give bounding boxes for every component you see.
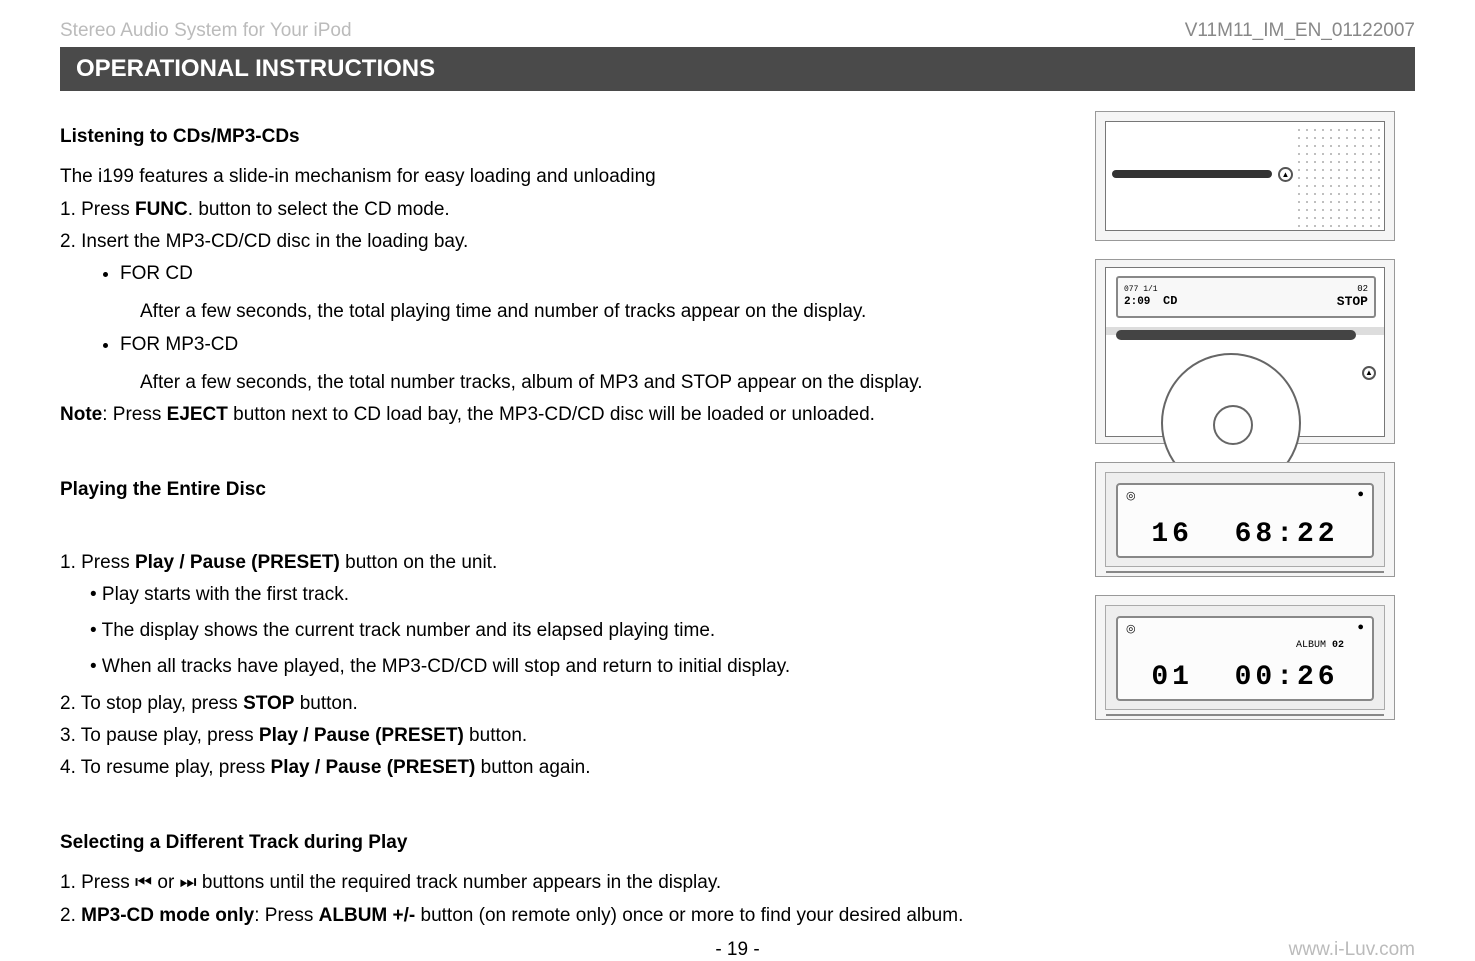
play-step-2: 2. To stop play, press STOP button.: [60, 688, 1065, 720]
text: button.: [464, 725, 527, 746]
text: 4. To resume play, press: [60, 757, 271, 778]
diagram-lcd-cd-play: ◎ ● 16 68:22: [1095, 462, 1395, 577]
audio-icon: ●: [1357, 622, 1364, 636]
diagram-cd-slot: ▲: [1095, 111, 1395, 241]
lcd-track: 16: [1151, 519, 1193, 550]
bullet-for-mp3cd: FOR MP3-CD: [120, 329, 1065, 361]
sub-bullet: • Play starts with the first track.: [90, 579, 1065, 611]
cd-slot-icon: [1112, 170, 1272, 178]
lcd-mode: CD: [1163, 294, 1177, 308]
text: button on the unit.: [340, 552, 497, 573]
intro-text: The i199 features a slide-in mechanism f…: [60, 161, 1065, 193]
stop-label: STOP: [243, 693, 294, 714]
disc-indicator-icon: ◎: [1126, 489, 1136, 503]
diagrams-column: ▲ 077 1/1 2:09 CD 02 STOP: [1095, 111, 1415, 932]
play-pause-label: Play / Pause (PRESET): [271, 757, 476, 778]
text: 1. Press: [60, 872, 135, 893]
eject-button-icon: ▲: [1362, 366, 1376, 380]
text: or: [152, 872, 179, 893]
play-pause-label: Play / Pause (PRESET): [259, 725, 464, 746]
lcd-track-small: 02: [1337, 284, 1368, 294]
text: 2. To stop play, press: [60, 693, 243, 714]
eject-button-icon: ▲: [1278, 167, 1293, 182]
speaker-grille-icon: [1295, 126, 1380, 228]
cd-desc: After a few seconds, the total playing t…: [140, 296, 1065, 328]
cd-slot-icon: [1116, 330, 1356, 340]
text: : Press: [254, 905, 318, 926]
audio-icon: ●: [1357, 489, 1364, 503]
lcd-display: 077 1/1 2:09 CD 02 STOP: [1116, 276, 1376, 318]
play-pause-label: Play / Pause (PRESET): [135, 552, 340, 573]
lcd-small-text: 077 1/1: [1124, 285, 1177, 294]
note-label: Note: [60, 404, 102, 425]
play-step-1: 1. Press Play / Pause (PRESET) button on…: [60, 547, 1065, 579]
text: 3. To pause play, press: [60, 725, 259, 746]
play-step-3: 3. To pause play, press Play / Pause (PR…: [60, 720, 1065, 752]
func-label: FUNC: [135, 199, 188, 220]
album-number: 02: [1332, 640, 1344, 651]
step-2: 2. Insert the MP3-CD/CD disc in the load…: [60, 226, 1065, 258]
skip-forward-icon: ⏭: [180, 872, 197, 893]
album-button-label: ALBUM +/-: [319, 905, 416, 926]
text: FOR MP3-CD: [120, 334, 238, 355]
product-name: Stereo Audio System for Your iPod: [60, 20, 352, 42]
page-header: Stereo Audio System for Your iPod V11M11…: [60, 20, 1415, 42]
text: button again.: [475, 757, 590, 778]
heading-playing: Playing the Entire Disc: [60, 474, 1065, 506]
website-url: www.i-Luv.com: [1289, 939, 1415, 961]
page-number: - 19 -: [715, 939, 759, 961]
text: . button to select the CD mode.: [188, 199, 450, 220]
note-line: Note: Press EJECT button next to CD load…: [60, 399, 1065, 431]
lcd-time: 68:22: [1235, 519, 1339, 550]
disc-indicator-icon: ◎: [1126, 622, 1136, 636]
sub-bullet: • The display shows the current track nu…: [90, 615, 1065, 647]
album-label: ALBUM: [1296, 640, 1326, 651]
text: : Press: [102, 404, 166, 425]
text: buttons until the required track number …: [197, 872, 722, 893]
heading-selecting: Selecting a Different Track during Play: [60, 827, 1065, 859]
mp3-mode-label: MP3-CD mode only: [81, 905, 254, 926]
text: button (on remote only) once or more to …: [415, 905, 963, 926]
eject-label: EJECT: [167, 404, 228, 425]
lcd-time: 00:26: [1235, 662, 1339, 693]
main-content: Listening to CDs/MP3-CDs The i199 featur…: [60, 111, 1065, 932]
step-1: 1. Press FUNC. button to select the CD m…: [60, 194, 1065, 226]
text: button next to CD load bay, the MP3-CD/C…: [228, 404, 875, 425]
section-title: OPERATIONAL INSTRUCTIONS: [60, 47, 1415, 91]
text: button.: [294, 693, 357, 714]
diagram-cd-loading: 077 1/1 2:09 CD 02 STOP ▲: [1095, 259, 1395, 444]
text: 1. Press: [60, 199, 135, 220]
skip-back-icon: ⏮: [135, 872, 152, 893]
bullet-for-cd: FOR CD: [120, 258, 1065, 290]
select-step-2: 2. MP3-CD mode only: Press ALBUM +/- but…: [60, 900, 1065, 932]
mp3cd-desc: After a few seconds, the total number tr…: [140, 367, 1065, 399]
lcd-stop: STOP: [1337, 294, 1368, 309]
doc-id: V11M11_IM_EN_01122007: [1185, 20, 1415, 42]
lcd-time: 2:09: [1124, 296, 1150, 308]
select-step-1: 1. Press ⏮ or ⏭ buttons until the requir…: [60, 867, 1065, 899]
play-step-4: 4. To resume play, press Play / Pause (P…: [60, 752, 1065, 784]
sub-bullet: • When all tracks have played, the MP3-C…: [90, 651, 1065, 683]
text: FOR CD: [120, 263, 193, 284]
heading-listening: Listening to CDs/MP3-CDs: [60, 121, 1065, 153]
diagram-lcd-mp3-play: ◎ ● ALBUM 02 01 00:26: [1095, 595, 1395, 720]
text: 2.: [60, 905, 81, 926]
lcd-track: 01: [1151, 662, 1193, 693]
text: 1. Press: [60, 552, 135, 573]
